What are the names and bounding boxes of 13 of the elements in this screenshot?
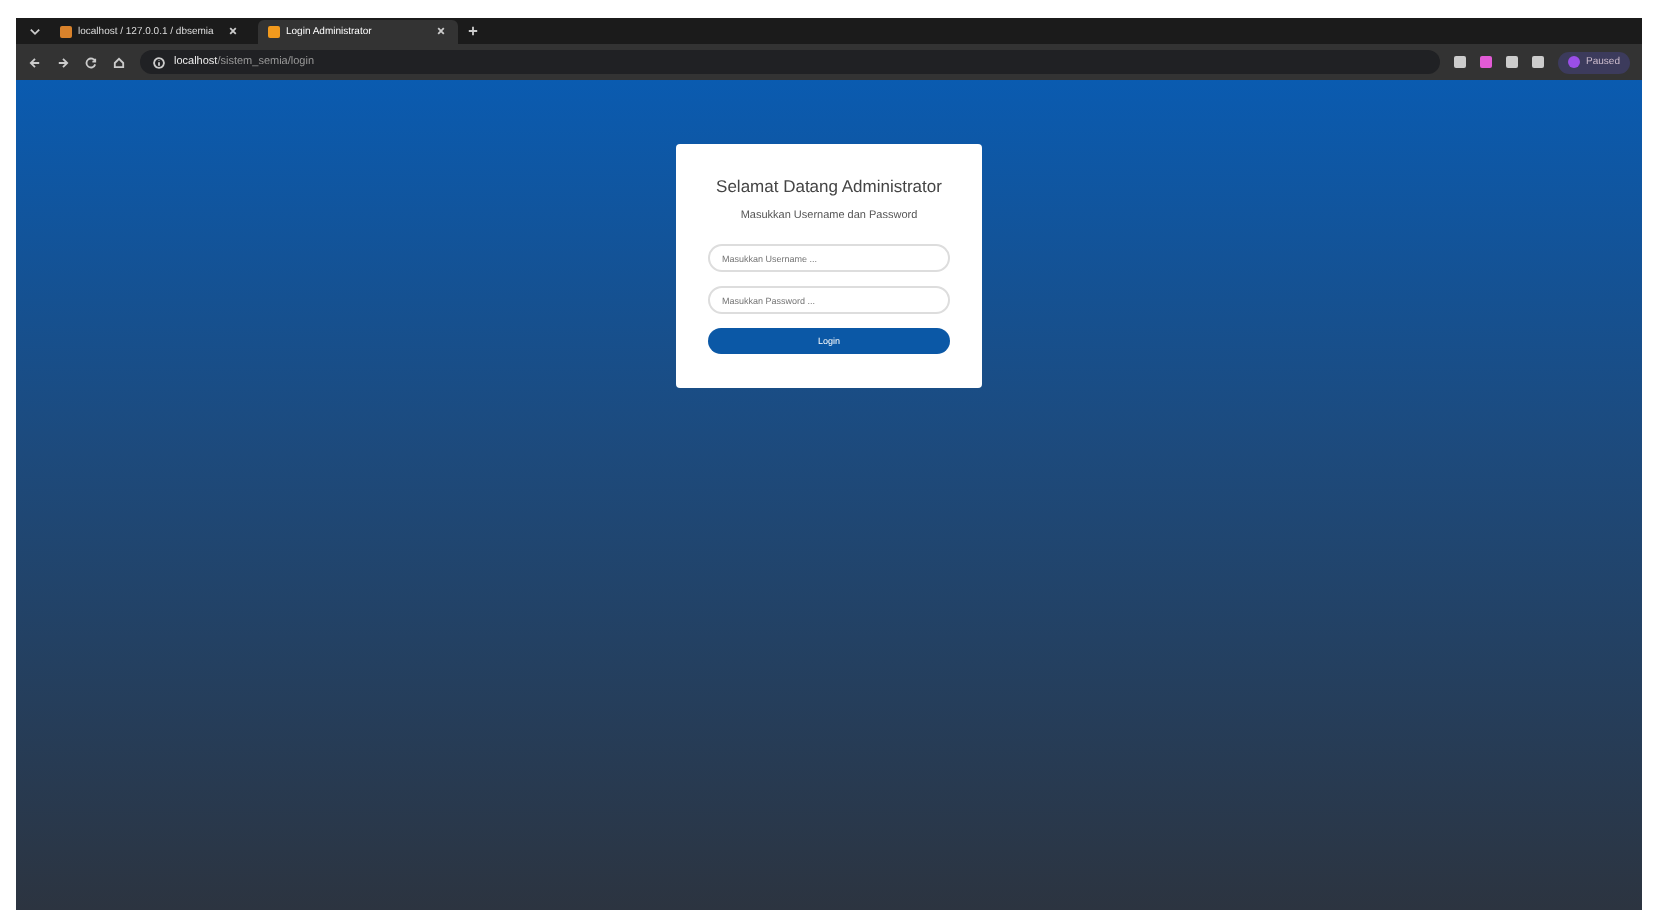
home-icon[interactable]	[112, 55, 126, 69]
favicon-icon	[268, 25, 280, 37]
forward-icon[interactable]	[56, 55, 70, 69]
info-icon[interactable]	[152, 55, 166, 69]
reload-icon[interactable]	[84, 55, 98, 69]
sidebar-icon[interactable]	[1532, 56, 1545, 68]
close-icon[interactable]	[226, 24, 240, 38]
favicon-icon	[60, 25, 72, 37]
login-title: Selamat Datang Administrator	[716, 176, 942, 196]
back-icon[interactable]	[28, 55, 42, 69]
new-tab-icon[interactable]	[466, 24, 480, 38]
close-icon[interactable]	[434, 24, 448, 38]
tab-list-icon[interactable]	[28, 24, 42, 38]
